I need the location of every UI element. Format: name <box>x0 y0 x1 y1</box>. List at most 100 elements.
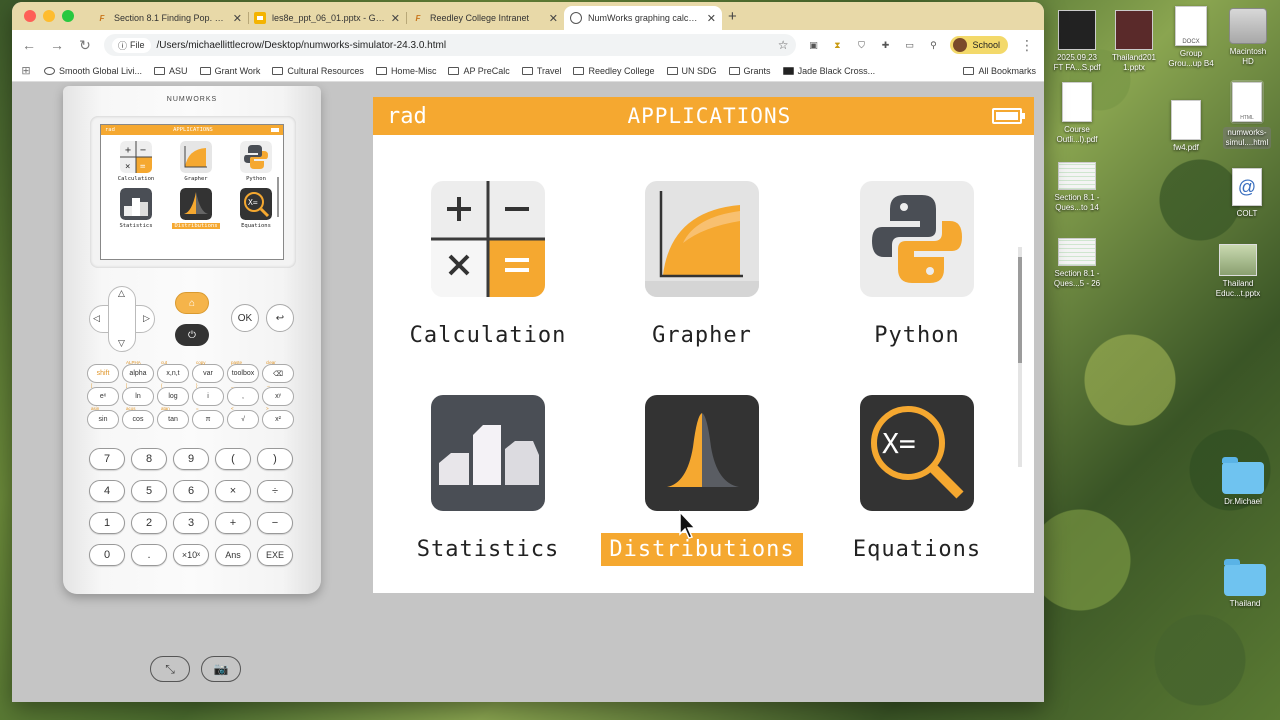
close-tab-icon[interactable]: ✕ <box>549 12 558 25</box>
calculator-key[interactable]: cut x,n,t <box>157 360 189 383</box>
desktop-icon-dr-michael[interactable]: Dr.Michael <box>1205 456 1280 507</box>
calculator-key[interactable]: copy var <box>192 360 224 383</box>
bookmark-folder[interactable]: Travel <box>521 66 561 76</box>
calculator-key[interactable]: asin sin <box>87 406 119 429</box>
power-button[interactable]: ⏻ <box>175 324 209 346</box>
calculator-key[interactable]: > x² <box>262 406 294 429</box>
bookmark-item[interactable]: Jade Black Cross... <box>782 66 875 76</box>
profile-button[interactable]: School <box>950 36 1008 54</box>
bookmark-folder[interactable]: AP PreCalc <box>448 66 510 76</box>
calculator-key[interactable]: [eˣ <box>87 383 119 406</box>
tab-numworks[interactable]: NumWorks graphing calculat ✕ <box>564 6 722 30</box>
calculator-key[interactable]: ( <box>215 448 251 470</box>
extension-icon[interactable]: ▣ <box>806 38 820 52</box>
calculator-key[interactable]: 2 <box>131 512 167 534</box>
bookmark-folder[interactable]: Cultural Resources <box>272 66 364 76</box>
bookmark-folder[interactable]: Grants <box>728 66 771 76</box>
calculator-key[interactable]: ALPHA alpha <box>122 360 154 383</box>
calculator-key[interactable]: 1 <box>89 512 125 534</box>
desktop-icon-thailand[interactable]: Thailand <box>1207 558 1280 609</box>
extensions-puzzle-icon[interactable]: ✚ <box>878 38 892 52</box>
desktop-icon-macintosh-hd[interactable]: Macintosh HD <box>1210 8 1280 67</box>
app-statistics[interactable]: Statistics <box>381 395 595 566</box>
apps-grid-icon[interactable]: ⊞ <box>20 64 32 77</box>
calculator-key[interactable]: 9 <box>173 448 209 470</box>
calculator-key[interactable]: _, <box>227 383 259 406</box>
calculator-key[interactable]: atan tan <box>157 406 189 429</box>
bookmark-star-icon[interactable]: ☆ <box>778 38 789 52</box>
menu-kebab-icon[interactable]: ⋮ <box>1018 37 1036 54</box>
calculator-key[interactable]: 8 <box>131 448 167 470</box>
calculator-key[interactable]: < √ <box>227 406 259 429</box>
calculator-key[interactable]: ) <box>257 448 293 470</box>
back-button[interactable]: ↩ <box>266 304 294 332</box>
home-button[interactable]: ⌂ <box>175 292 209 314</box>
app-calculation[interactable]: Calculation <box>381 181 595 352</box>
scrollbar-thumb[interactable] <box>1018 257 1022 363</box>
calculator-key[interactable]: acos cos <box>122 406 154 429</box>
close-tab-icon[interactable]: ✕ <box>707 12 716 25</box>
calculator-key[interactable]: EXE <box>257 544 293 566</box>
bookmark-item[interactable]: Smooth Global Livi... <box>44 66 142 76</box>
calculator-key[interactable]: . <box>131 544 167 566</box>
desktop-icon-section-8-1-b[interactable]: Section 8.1 - Ques...5 - 26 <box>1039 238 1115 289</box>
tab-section-8-1[interactable]: F Section 8.1 Finding Pop. Mean ✕ <box>90 6 248 30</box>
app-distributions[interactable]: Distributions <box>595 395 809 566</box>
all-bookmarks-button[interactable]: All Bookmarks <box>963 66 1036 76</box>
arrow-left-icon[interactable]: ◁ <box>93 313 100 324</box>
bookmark-folder[interactable]: ASU <box>154 66 188 76</box>
calculator-key[interactable]: clear ⌫ <box>262 360 294 383</box>
bookmark-folder[interactable]: Home-Misc <box>375 66 436 76</box>
bookmark-folder[interactable]: UN SDG <box>666 66 717 76</box>
address-bar[interactable]: ⓘ File /Users/michaellittlecrow/Desktop/n… <box>104 34 797 56</box>
calculator-key[interactable]: shift <box>87 364 119 383</box>
calculator-key[interactable]: 0 <box>89 544 125 566</box>
screenshot-button[interactable]: 📷 <box>201 656 241 682</box>
desktop-icon-section-8-1-a[interactable]: Section 8.1 - Ques...to 14 <box>1039 162 1115 213</box>
zoom-window-button[interactable] <box>62 10 74 22</box>
back-arrow-icon[interactable]: ← <box>20 37 38 53</box>
calculator-key[interactable]: 7 <box>89 448 125 470</box>
calculator-key[interactable]: = π <box>192 406 224 429</box>
fullscreen-button[interactable]: ⤡ <box>150 656 190 682</box>
bookmark-folder[interactable]: Reedley College <box>573 66 655 76</box>
extension-hourglass-icon[interactable]: ⧗ <box>830 38 844 52</box>
desktop-icon-numworks-html[interactable]: HTML numworks- simul....html <box>1209 80 1280 149</box>
app-python[interactable]: Python <box>810 181 1024 352</box>
zoom-icon[interactable]: ⚲ <box>926 38 940 52</box>
calculator-key[interactable]: → xʸ <box>262 383 294 406</box>
bookmark-folder[interactable]: Grant Work <box>199 66 260 76</box>
close-tab-icon[interactable]: ✕ <box>391 12 400 25</box>
calculator-key[interactable]: ÷ <box>257 480 293 502</box>
close-tab-icon[interactable]: ✕ <box>233 12 242 25</box>
calculator-key[interactable]: ] ln <box>122 383 154 406</box>
reload-icon[interactable]: ↻ <box>76 37 94 54</box>
calculator-key[interactable]: × <box>215 480 251 502</box>
calculator-key[interactable]: Ans <box>215 544 251 566</box>
desktop-icon-colt[interactable]: @ COLT <box>1209 168 1280 219</box>
calculator-key[interactable]: } i <box>192 383 224 406</box>
extension-shield-icon[interactable]: ⛉ <box>854 38 868 52</box>
calculator-key[interactable]: − <box>257 512 293 534</box>
forward-arrow-icon[interactable]: → <box>48 37 66 53</box>
arrow-right-icon[interactable]: ▷ <box>143 313 150 324</box>
calculator-key[interactable]: paste toolbox <box>227 360 259 383</box>
tab-ppt[interactable]: les8e_ppt_06_01.pptx - Goo ✕ <box>248 6 406 30</box>
ok-button[interactable]: OK <box>231 304 259 332</box>
arrow-down-icon[interactable]: ▽ <box>118 338 125 349</box>
calculator-key[interactable]: + <box>215 512 251 534</box>
site-info-chip[interactable]: ⓘ File <box>112 37 151 53</box>
calculator-key[interactable]: {log <box>157 383 189 406</box>
calculator-key[interactable]: 3 <box>173 512 209 534</box>
new-tab-button[interactable]: + <box>728 8 737 25</box>
app-equations[interactable]: X= Equations <box>810 395 1024 566</box>
arrow-up-icon[interactable]: △ <box>118 288 125 299</box>
calculator-key[interactable]: 6 <box>173 480 209 502</box>
calculator-key[interactable]: ×10ˣ <box>173 544 209 566</box>
close-window-button[interactable] <box>24 10 36 22</box>
desktop-icon-thailand-pptx[interactable]: Thailand Educ...t.pptx <box>1200 244 1276 299</box>
calculator-key[interactable]: 4 <box>89 480 125 502</box>
calculator-key[interactable]: 5 <box>131 480 167 502</box>
app-grapher[interactable]: Grapher <box>595 181 809 352</box>
tab-reedley[interactable]: F Reedley College Intranet ✕ <box>406 6 564 30</box>
